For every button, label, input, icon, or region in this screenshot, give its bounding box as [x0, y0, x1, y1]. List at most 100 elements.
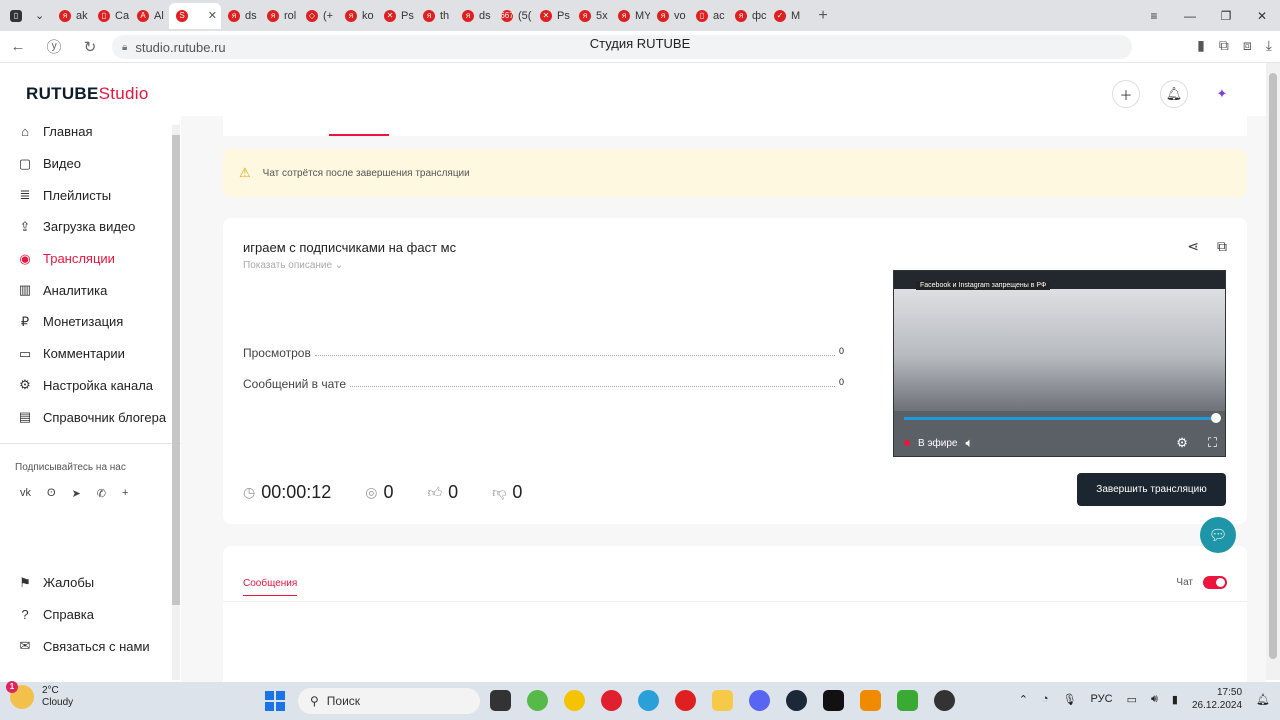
discord-icon[interactable]	[749, 690, 770, 711]
share-icon[interactable]: ⋖	[1187, 238, 1199, 255]
tab-messages[interactable]: Сообщения	[243, 578, 298, 596]
player-progress-bar[interactable]	[904, 417, 1216, 420]
volume-icon[interactable]: 🔈︎	[966, 435, 974, 451]
sidebar-item[interactable]: ▭ Комментарии	[0, 338, 181, 370]
sidebar-item[interactable]: ▢ Видео	[0, 148, 181, 180]
explorer-icon[interactable]	[712, 690, 733, 711]
browser-tab[interactable]: ✓ M	[767, 3, 806, 29]
end-stream-button[interactable]: Завершить трансляцию	[1077, 473, 1226, 506]
yandex-icon[interactable]: ⓨ	[36, 36, 72, 57]
maximize-icon[interactable]: ❐	[1208, 0, 1244, 31]
browser-tab[interactable]: я фс	[728, 3, 767, 29]
sidebar-item[interactable]: ⚙ Настройка канала	[0, 370, 181, 402]
obs-icon[interactable]	[934, 690, 955, 711]
download-icon[interactable]: ⤓	[1266, 37, 1272, 54]
app-icon[interactable]	[490, 690, 511, 711]
new-tab-button[interactable]: +	[812, 5, 834, 27]
back-button[interactable]: ←	[0, 38, 36, 55]
page-scrollbar[interactable]	[1266, 63, 1280, 680]
sidebar-item[interactable]: ▤ Справочник блогера	[0, 401, 181, 433]
ok-icon[interactable]: ʘ	[47, 487, 56, 500]
app-icon[interactable]	[527, 690, 548, 711]
url-field[interactable]: 🔒︎ studio.rutube.ru	[112, 35, 1132, 59]
browser-tab[interactable]: S ✕	[169, 2, 221, 29]
browser-tab[interactable]: я ds	[455, 3, 494, 29]
sidebar-item[interactable]: ₽ Монетизация	[0, 306, 181, 338]
browser-tab[interactable]: я ko	[338, 3, 377, 29]
external-link-icon[interactable]: ⧉	[1217, 238, 1227, 255]
browser-tab[interactable]: я th	[416, 3, 455, 29]
tab-menu-icon[interactable]: ⌄	[28, 3, 52, 29]
tab-favicon-icon: я	[345, 9, 357, 22]
minimize-icon[interactable]: —	[1172, 0, 1208, 31]
chevron-up-icon[interactable]: ⌃	[1019, 693, 1028, 706]
bookmark-icon[interactable]: ▮	[1197, 37, 1205, 54]
support-chat-button[interactable]: 💬︎	[1200, 517, 1236, 553]
browser-tab[interactable]: 667 (5(	[494, 3, 533, 29]
browser-tab[interactable]: я vo	[650, 3, 689, 29]
browser-tab[interactable]: я MY	[611, 3, 650, 29]
reload-button[interactable]: ↻	[72, 38, 108, 56]
telegram-icon[interactable]: ➤	[72, 487, 81, 500]
add-video-icon[interactable]: ＋	[1112, 80, 1140, 108]
network-icon[interactable]: ▭	[1127, 693, 1137, 706]
show-description-link[interactable]: Показать описание ⌄	[243, 260, 343, 271]
notifications-icon[interactable]: 🔔︎	[1256, 693, 1270, 706]
weather-widget[interactable]: 1 2°C Cloudy	[6, 681, 73, 709]
sidebar-item[interactable]: ? Справка	[0, 599, 181, 631]
vlc-icon[interactable]	[860, 690, 881, 711]
rutube-studio-logo[interactable]: RUTUBEStudio	[26, 84, 149, 104]
browser-tab[interactable]: ✕ Ps	[377, 3, 416, 29]
sidebar-toggle-icon[interactable]: ▯	[4, 3, 28, 29]
sidebar-item[interactable]: ◉ Трансляции	[0, 243, 181, 275]
battery-icon[interactable]: ▮	[1172, 693, 1178, 706]
sidebar-item[interactable]: ≣ Плейлисты	[0, 179, 181, 211]
settings-icon[interactable]: ⚙	[1176, 435, 1188, 451]
close-icon[interactable]: ✕	[1244, 0, 1280, 31]
tray-app-icon[interactable]: ◔	[1042, 693, 1049, 705]
volume-icon[interactable]: 🔊︎	[1151, 693, 1158, 706]
sidebar-item[interactable]: ⌂ Главная	[0, 116, 181, 148]
sidebar-item[interactable]: ⇪ Загрузка видео	[0, 211, 181, 243]
cast-icon[interactable]: ⧉	[1219, 37, 1229, 54]
opera-icon[interactable]	[601, 690, 622, 711]
taskbar-search[interactable]: ⚲ Поиск	[298, 688, 480, 714]
extensions-icon[interactable]: ⧈	[1243, 37, 1252, 54]
steam-icon[interactable]	[786, 690, 807, 711]
yandex-browser-icon[interactable]	[675, 690, 696, 711]
progress-knob[interactable]	[1211, 413, 1221, 423]
fullscreen-icon[interactable]: ⛶	[1208, 435, 1217, 451]
sidebar-scrollbar[interactable]	[172, 125, 180, 680]
browser-tab[interactable]: ✕ Ps	[533, 3, 572, 29]
browser-tab[interactable]: ▯ ac	[689, 3, 728, 29]
browser-tab[interactable]: A Al	[130, 3, 169, 29]
browser-tab[interactable]: ◇ (+	[299, 3, 338, 29]
viber-icon[interactable]: ✆	[97, 487, 106, 500]
browser-tab[interactable]: я ds	[221, 3, 260, 29]
tab-overview-icon[interactable]: ≡	[1136, 0, 1172, 31]
browser-tab[interactable]: я rol	[260, 3, 299, 29]
browser-tab[interactable]: я 5x	[572, 3, 611, 29]
sidebar-item[interactable]: ✉ Связаться с нами	[0, 630, 181, 662]
browser-tab[interactable]: я ak	[52, 3, 91, 29]
mic-icon[interactable]: 🎙︎	[1063, 693, 1077, 706]
close-tab-icon[interactable]: ✕	[208, 9, 217, 22]
telegram-icon[interactable]	[638, 690, 659, 711]
vk-icon[interactable]: vk	[20, 487, 31, 500]
bell-icon[interactable]: 🔔︎	[1160, 80, 1188, 108]
avatar[interactable]: ✦	[1208, 80, 1236, 108]
app-icon[interactable]	[897, 690, 918, 711]
language-indicator[interactable]: РУС	[1091, 693, 1113, 705]
capcut-icon[interactable]	[823, 690, 844, 711]
sidebar-item-icon: ≣	[19, 187, 31, 203]
sidebar-item[interactable]: ⚑ Жалобы	[0, 567, 181, 599]
sidebar-item[interactable]: ▥ Аналитика	[0, 274, 181, 306]
chat-toggle[interactable]	[1203, 576, 1227, 589]
stream-preview-player[interactable]: Facebook и Instagram запрещены в РФ В эф…	[893, 270, 1226, 457]
app-icon[interactable]	[564, 690, 585, 711]
tab-label: Al	[154, 9, 164, 22]
more-icon[interactable]: +	[122, 487, 128, 500]
start-button[interactable]	[265, 691, 285, 711]
browser-tab[interactable]: ▯ Ca	[91, 3, 130, 29]
clock[interactable]: 17:50 26.12.2024	[1192, 686, 1242, 712]
